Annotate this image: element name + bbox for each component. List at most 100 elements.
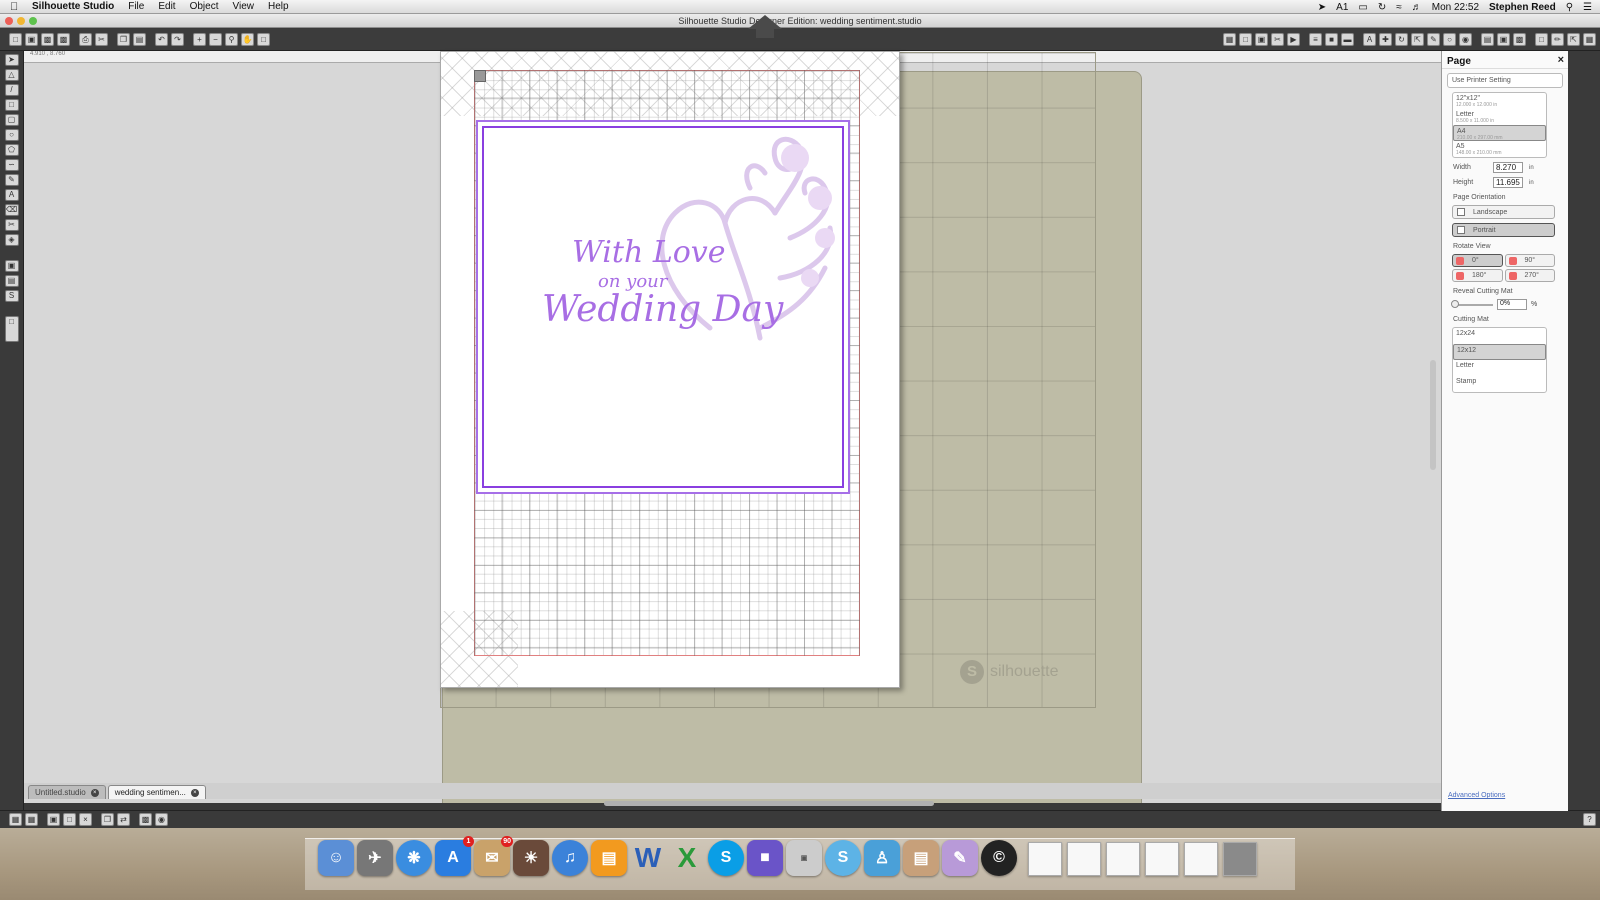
knife-tool-icon[interactable]: ✂: [4, 219, 19, 231]
sentiment-line-3[interactable]: Wedding Day: [542, 289, 783, 330]
trash-icon[interactable]: [1223, 842, 1257, 876]
help-icon[interactable]: ?: [1583, 813, 1596, 826]
portrait-button[interactable]: Portrait: [1452, 223, 1555, 237]
skype-icon[interactable]: S: [708, 840, 744, 876]
reveal-slider-knob[interactable]: [1451, 299, 1459, 308]
save-as-icon[interactable]: ▩: [57, 33, 70, 46]
airplay-icon[interactable]: ▭: [1358, 2, 1367, 13]
vertical-scrollbar[interactable]: [1430, 360, 1436, 470]
line-color-icon[interactable]: ▬: [1341, 33, 1354, 46]
pencils-icon[interactable]: ✎: [942, 840, 978, 876]
save-icon[interactable]: ▩: [41, 33, 54, 46]
mat-option-selected[interactable]: 12x12: [1453, 344, 1546, 360]
library-tool-icon[interactable]: ▤: [4, 275, 19, 287]
duplicate-icon[interactable]: ❐: [101, 813, 114, 826]
curve-tool-icon[interactable]: ∽: [4, 159, 19, 171]
offset-icon[interactable]: ○: [1443, 33, 1456, 46]
height-input[interactable]: 11.695: [1493, 177, 1523, 188]
redo-icon[interactable]: ↷: [171, 33, 184, 46]
app-purple-icon[interactable]: ■: [747, 840, 783, 876]
line-tool-icon[interactable]: /: [4, 84, 19, 96]
send-back-icon[interactable]: ◉: [155, 813, 168, 826]
freehand-tool-icon[interactable]: ✎: [4, 174, 19, 186]
apple-icon[interactable]: : [10, 1, 26, 13]
page-size-item-selected[interactable]: A4 210.00 x 297.00 mm: [1453, 125, 1546, 141]
preview-icon[interactable]: ▤: [903, 840, 939, 876]
mail-icon[interactable]: ✉ 90: [474, 836, 513, 876]
messenger-icon[interactable]: ♙: [864, 840, 900, 876]
modify-icon[interactable]: ✎: [1427, 33, 1440, 46]
app-menu[interactable]: Silhouette Studio: [32, 1, 114, 12]
bring-front-icon[interactable]: ▩: [139, 813, 152, 826]
copy-icon[interactable]: ❐: [117, 33, 130, 46]
store-icon[interactable]: ▣: [1497, 33, 1510, 46]
silhouette-studio-icon[interactable]: S: [825, 840, 861, 876]
rotate-icon[interactable]: ↻: [1395, 33, 1408, 46]
pen-icon[interactable]: ✏: [1551, 33, 1564, 46]
tab-untitled[interactable]: Untitled.studio ×: [28, 785, 106, 799]
text-style-icon[interactable]: A: [1363, 33, 1376, 46]
document-icon[interactable]: [1106, 842, 1140, 876]
fit-page-icon[interactable]: □: [257, 33, 270, 46]
eraser-tool-icon[interactable]: ⌫: [4, 204, 19, 216]
group-icon[interactable]: ▦: [9, 813, 22, 826]
solution-menu-icon[interactable]: ▣: [786, 840, 822, 876]
location-icon[interactable]: ➤: [1318, 2, 1326, 13]
sentiment-text-group[interactable]: With Love on your Wedding Day: [542, 235, 802, 355]
close-panel-icon[interactable]: ×: [1558, 54, 1564, 66]
fill-tool-icon[interactable]: ◈: [4, 234, 19, 246]
copyright-app-icon[interactable]: ©: [981, 840, 1017, 876]
page-size-item[interactable]: 12"x12" 12.000 x 12.000 in: [1453, 93, 1546, 109]
ellipse-tool-icon[interactable]: ○: [4, 129, 19, 141]
compound-icon[interactable]: ▣: [47, 813, 60, 826]
fullscreen-icon[interactable]: ⇱: [1567, 33, 1580, 46]
cut-mat-icon[interactable]: ▩: [1513, 33, 1526, 46]
new-icon[interactable]: □: [9, 33, 22, 46]
paste-icon[interactable]: ▤: [133, 33, 146, 46]
rounded-rect-tool-icon[interactable]: ▢: [4, 114, 19, 126]
reveal-slider-track[interactable]: [1451, 299, 1493, 308]
grid-view-icon[interactable]: ▦: [1583, 33, 1596, 46]
width-input[interactable]: 8.270: [1493, 162, 1523, 173]
iphoto-icon[interactable]: ☀: [513, 840, 549, 876]
delete-icon[interactable]: ×: [79, 813, 92, 826]
menu-help[interactable]: Help: [268, 1, 289, 12]
reveal-value-input[interactable]: 0%: [1497, 299, 1527, 310]
pan-icon[interactable]: ✋: [241, 33, 254, 46]
library-icon[interactable]: ▤: [1481, 33, 1494, 46]
safari-icon[interactable]: ❋: [396, 840, 432, 876]
mat-option[interactable]: Letter: [1453, 360, 1546, 376]
mirror-icon[interactable]: ⇄: [117, 813, 130, 826]
undo-icon[interactable]: ↶: [155, 33, 168, 46]
volume-icon[interactable]: ♬: [1412, 2, 1422, 13]
cut-icon[interactable]: ✂: [95, 33, 108, 46]
document-icon[interactable]: [1184, 842, 1218, 876]
adobe-icon[interactable]: A1: [1336, 2, 1348, 13]
send-icon[interactable]: ▶: [1287, 33, 1300, 46]
menu-object[interactable]: Object: [190, 1, 219, 12]
page-size-item[interactable]: Letter 8.500 x 11.000 in: [1453, 109, 1546, 125]
launchpad-icon[interactable]: ✈: [357, 840, 393, 876]
print-icon[interactable]: ⎙: [79, 33, 92, 46]
document-icon[interactable]: [1145, 842, 1179, 876]
rotate-0-button[interactable]: 0°: [1452, 254, 1503, 267]
open-icon[interactable]: ▣: [25, 33, 38, 46]
close-tab-icon[interactable]: ×: [190, 788, 199, 797]
registration-icon[interactable]: ▣: [1255, 33, 1268, 46]
edit-points-icon[interactable]: △: [4, 69, 19, 81]
sentiment-line-1[interactable]: With Love: [572, 235, 726, 270]
cut-settings-icon[interactable]: ✂: [1271, 33, 1284, 46]
view-icon[interactable]: □: [1535, 33, 1548, 46]
wifi-icon[interactable]: ≈: [1396, 2, 1402, 13]
horizontal-scrollbar[interactable]: [604, 801, 934, 806]
mat-option[interactable]: 12x24: [1453, 328, 1546, 344]
fill-color-icon[interactable]: ■: [1325, 33, 1338, 46]
zoom-window-button[interactable]: [29, 17, 37, 25]
cutting-mat-list[interactable]: 12x24 12x12 Letter Stamp: [1452, 327, 1547, 393]
mat-option[interactable]: Stamp: [1453, 376, 1546, 392]
page-size-item[interactable]: A5 148.00 x 210.00 mm: [1453, 141, 1546, 157]
zoom-out-icon[interactable]: −: [209, 33, 222, 46]
grid-icon[interactable]: ▦: [1223, 33, 1236, 46]
page-setup-icon[interactable]: □: [1239, 33, 1252, 46]
advanced-options-link[interactable]: Advanced Options: [1448, 792, 1505, 799]
